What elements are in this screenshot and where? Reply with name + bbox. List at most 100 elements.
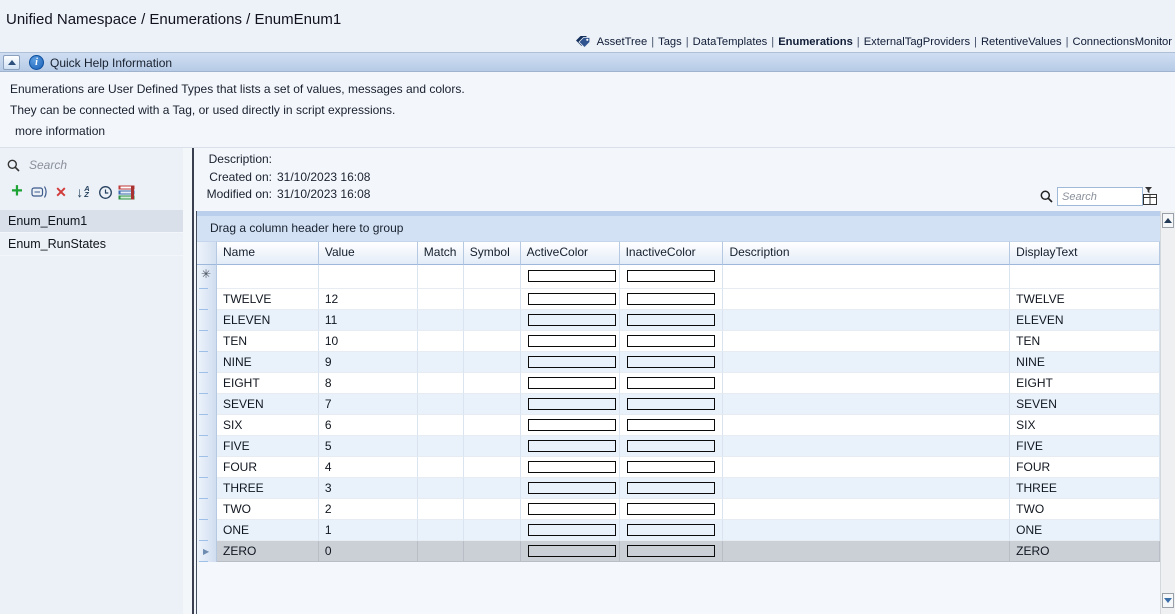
column-chooser-button[interactable] (1140, 185, 1159, 206)
nav-item-externaltagproviders[interactable]: ExternalTagProviders (864, 36, 970, 48)
cell-match[interactable] (418, 352, 464, 373)
cell-symbol[interactable] (464, 289, 521, 310)
cell-match[interactable] (418, 373, 464, 394)
cell-symbol[interactable] (464, 310, 521, 331)
cell-name[interactable] (217, 265, 319, 289)
cell-value[interactable]: 5 (319, 436, 418, 457)
inactive-color-swatch[interactable] (627, 461, 715, 473)
cell-match[interactable] (418, 289, 464, 310)
inactive-color-swatch[interactable] (627, 440, 715, 452)
active-color-swatch[interactable] (528, 270, 616, 282)
cell-symbol[interactable] (464, 394, 521, 415)
cell-symbol[interactable] (464, 457, 521, 478)
cell-displaytext[interactable]: NINE (1010, 352, 1160, 373)
history-button[interactable] (94, 182, 116, 202)
cell-description[interactable] (723, 436, 1010, 457)
cell-displaytext[interactable]: TWO (1010, 499, 1160, 520)
inactive-color-swatch[interactable] (627, 398, 715, 410)
cell-activecolor[interactable] (521, 289, 620, 310)
collapse-help-button[interactable] (3, 55, 20, 70)
nav-item-connectionsmonitor[interactable]: ConnectionsMonitor (1073, 36, 1173, 48)
cell-symbol[interactable] (464, 478, 521, 499)
grid-row-eleven[interactable]: ELEVEN11ELEVEN (197, 310, 1160, 331)
cell-match[interactable] (418, 457, 464, 478)
cell-match[interactable] (418, 520, 464, 541)
active-color-swatch[interactable] (528, 524, 616, 536)
cell-name[interactable]: ELEVEN (217, 310, 319, 331)
grid-search-input[interactable] (1057, 187, 1143, 206)
scroll-up-button[interactable] (1162, 213, 1174, 228)
cell-description[interactable] (723, 331, 1010, 352)
row-indicator[interactable] (197, 373, 217, 394)
cell-inactivecolor[interactable] (620, 310, 724, 331)
column-header-activecolor[interactable]: ActiveColor (521, 241, 620, 265)
inactive-color-swatch[interactable] (627, 377, 715, 389)
row-indicator[interactable] (197, 394, 217, 415)
active-color-swatch[interactable] (528, 461, 616, 473)
cell-name[interactable]: FOUR (217, 457, 319, 478)
cell-match[interactable] (418, 265, 464, 289)
cell-description[interactable] (723, 352, 1010, 373)
cell-displaytext[interactable]: SIX (1010, 415, 1160, 436)
cell-match[interactable] (418, 394, 464, 415)
cell-displaytext[interactable]: TEN (1010, 331, 1160, 352)
cell-name[interactable]: FIVE (217, 436, 319, 457)
active-color-swatch[interactable] (528, 419, 616, 431)
column-header-displaytext[interactable]: DisplayText (1010, 241, 1160, 265)
list-item-enum_runstates[interactable]: Enum_RunStates (0, 233, 183, 256)
grid-row-seven[interactable]: SEVEN7SEVEN (197, 394, 1160, 415)
cell-name[interactable]: SEVEN (217, 394, 319, 415)
inactive-color-swatch[interactable] (627, 503, 715, 515)
row-indicator[interactable] (197, 520, 217, 541)
cell-name[interactable]: THREE (217, 478, 319, 499)
cell-inactivecolor[interactable] (620, 499, 724, 520)
cell-description[interactable] (723, 394, 1010, 415)
cell-name[interactable]: SIX (217, 415, 319, 436)
cell-description[interactable] (723, 520, 1010, 541)
active-color-swatch[interactable] (528, 335, 616, 347)
cell-value[interactable]: 10 (319, 331, 418, 352)
active-color-swatch[interactable] (528, 440, 616, 452)
inactive-color-swatch[interactable] (627, 524, 715, 536)
active-color-swatch[interactable] (528, 356, 616, 368)
cell-symbol[interactable] (464, 373, 521, 394)
cell-symbol[interactable] (464, 352, 521, 373)
cell-description[interactable] (723, 310, 1010, 331)
cell-description[interactable] (723, 541, 1010, 562)
nav-item-assettree[interactable]: AssetTree (597, 36, 648, 48)
column-header-symbol[interactable]: Symbol (464, 241, 521, 265)
column-header-description[interactable]: Description (723, 241, 1010, 265)
active-color-swatch[interactable] (528, 545, 616, 557)
cell-activecolor[interactable] (521, 541, 620, 562)
cell-match[interactable] (418, 478, 464, 499)
active-color-swatch[interactable] (528, 482, 616, 494)
row-indicator[interactable] (197, 499, 217, 520)
grid-row-four[interactable]: FOUR4FOUR (197, 457, 1160, 478)
cell-description[interactable] (723, 265, 1010, 289)
sidebar-search-input[interactable] (27, 157, 161, 173)
nav-item-retentivevalues[interactable]: RetentiveValues (981, 36, 1062, 48)
cell-match[interactable] (418, 415, 464, 436)
cell-value[interactable]: 3 (319, 478, 418, 499)
cell-displaytext[interactable]: FIVE (1010, 436, 1160, 457)
active-color-swatch[interactable] (528, 503, 616, 515)
grid-row-five[interactable]: FIVE5FIVE (197, 436, 1160, 457)
cell-inactivecolor[interactable] (620, 394, 724, 415)
cell-name[interactable]: NINE (217, 352, 319, 373)
add-button[interactable]: + (6, 182, 28, 202)
new-row[interactable]: ✳ (197, 265, 1160, 289)
active-color-swatch[interactable] (528, 293, 616, 305)
delete-button[interactable]: ✕ (50, 182, 72, 202)
column-header-value[interactable]: Value (319, 241, 418, 265)
active-color-swatch[interactable] (528, 314, 616, 326)
cell-inactivecolor[interactable] (620, 331, 724, 352)
grid-row-nine[interactable]: NINE9NINE (197, 352, 1160, 373)
grid-row-two[interactable]: TWO2TWO (197, 499, 1160, 520)
cell-symbol[interactable] (464, 265, 521, 289)
cell-displaytext[interactable]: ZERO (1010, 541, 1160, 562)
inactive-color-swatch[interactable] (627, 270, 715, 282)
cell-match[interactable] (418, 499, 464, 520)
cell-inactivecolor[interactable] (620, 541, 724, 562)
cell-symbol[interactable] (464, 415, 521, 436)
cell-match[interactable] (418, 436, 464, 457)
